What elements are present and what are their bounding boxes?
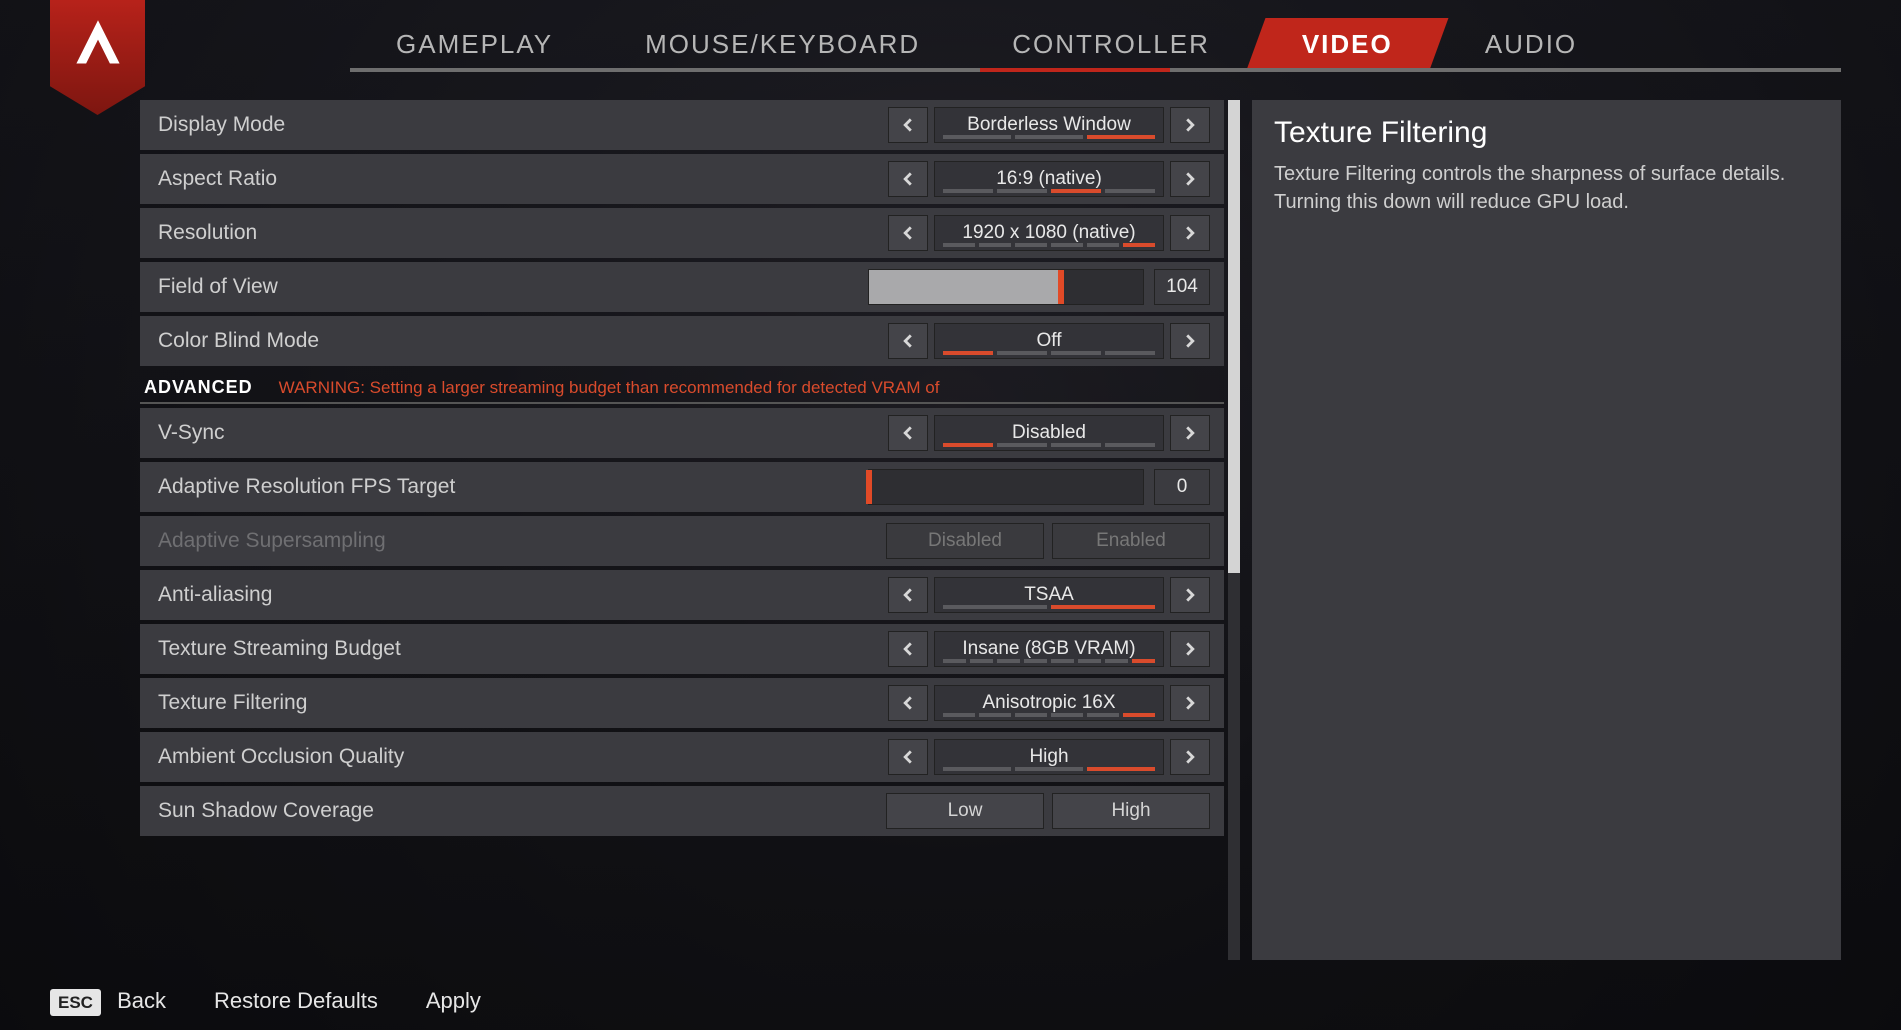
advanced-section-header: ADVANCED WARNING: Setting a larger strea…: [140, 370, 1224, 404]
settings-panel: Display Mode Borderless Window Aspect Ra…: [140, 100, 1240, 960]
anti-aliasing-value: TSAA: [1024, 585, 1074, 605]
row-display-mode: Display Mode Borderless Window: [140, 100, 1224, 150]
description-text: Texture Filtering controls the sharpness…: [1274, 160, 1819, 216]
back-label: Back: [117, 988, 166, 1013]
texture-filtering-value-box[interactable]: Anisotropic 16X: [934, 685, 1164, 721]
label-adaptive-resolution-fps: Adaptive Resolution FPS Target: [158, 475, 868, 499]
game-logo: [50, 0, 145, 115]
v-sync-next[interactable]: [1170, 415, 1210, 451]
row-v-sync: V-Sync Disabled: [140, 408, 1224, 458]
row-anti-aliasing: Anti-aliasing TSAA: [140, 570, 1224, 620]
label-v-sync: V-Sync: [158, 421, 888, 445]
texture-streaming-budget-value-box[interactable]: Insane (8GB VRAM): [934, 631, 1164, 667]
scrollbar[interactable]: [1228, 100, 1240, 960]
back-button[interactable]: ESC Back: [50, 988, 166, 1014]
v-sync-prev[interactable]: [888, 415, 928, 451]
v-sync-value-box[interactable]: Disabled: [934, 415, 1164, 451]
row-color-blind-mode: Color Blind Mode Off: [140, 316, 1224, 366]
color-blind-mode-value: Off: [1037, 331, 1062, 351]
display-mode-prev[interactable]: [888, 107, 928, 143]
adaptive-resolution-fps-value: 0: [1154, 469, 1210, 505]
label-anti-aliasing: Anti-aliasing: [158, 583, 888, 607]
row-adaptive-resolution-fps: Adaptive Resolution FPS Target 0: [140, 462, 1224, 512]
ambient-occlusion-next[interactable]: [1170, 739, 1210, 775]
footer-bar: ESC Back Restore Defaults Apply: [50, 988, 1901, 1014]
tabs-underline: [350, 68, 1841, 72]
row-resolution: Resolution 1920 x 1080 (native): [140, 208, 1224, 258]
texture-streaming-budget-value: Insane (8GB VRAM): [962, 639, 1135, 659]
apply-button[interactable]: Apply: [426, 988, 481, 1014]
display-mode-value: Borderless Window: [967, 115, 1131, 135]
advanced-label: ADVANCED: [144, 377, 253, 398]
resolution-value-box[interactable]: 1920 x 1080 (native): [934, 215, 1164, 251]
anti-aliasing-next[interactable]: [1170, 577, 1210, 613]
row-sun-shadow-coverage: Sun Shadow Coverage LowHigh: [140, 786, 1224, 836]
label-adaptive-supersampling: Adaptive Supersampling: [158, 529, 886, 553]
restore-defaults-button[interactable]: Restore Defaults: [214, 988, 378, 1014]
tab-audio[interactable]: AUDIO: [1439, 18, 1623, 70]
top-bar: GAMEPLAYMOUSE/KEYBOARDCONTROLLERVIDEOAUD…: [0, 0, 1901, 90]
tab-video[interactable]: VIDEO: [1246, 18, 1448, 70]
label-display-mode: Display Mode: [158, 113, 888, 137]
anti-aliasing-value-box[interactable]: TSAA: [934, 577, 1164, 613]
row-adaptive-supersampling: Adaptive Supersampling DisabledEnabled: [140, 516, 1224, 566]
color-blind-mode-next[interactable]: [1170, 323, 1210, 359]
settings-tabs: GAMEPLAYMOUSE/KEYBOARDCONTROLLERVIDEOAUD…: [350, 18, 1901, 70]
texture-streaming-budget-prev[interactable]: [888, 631, 928, 667]
apex-logo-icon: [71, 17, 125, 71]
row-texture-filtering: Texture Filtering Anisotropic 16X: [140, 678, 1224, 728]
description-panel: Texture Filtering Texture Filtering cont…: [1252, 100, 1841, 960]
row-aspect-ratio: Aspect Ratio 16:9 (native): [140, 154, 1224, 204]
color-blind-mode-prev[interactable]: [888, 323, 928, 359]
ambient-occlusion-prev[interactable]: [888, 739, 928, 775]
row-field-of-view: Field of View 104: [140, 262, 1224, 312]
tab-mousekeyboard[interactable]: MOUSE/KEYBOARD: [599, 18, 966, 70]
label-resolution: Resolution: [158, 221, 888, 245]
scroll-thumb[interactable]: [1228, 100, 1240, 573]
label-aspect-ratio: Aspect Ratio: [158, 167, 888, 191]
adaptive-resolution-fps-slider[interactable]: [868, 469, 1144, 505]
row-ambient-occlusion: Ambient Occlusion Quality High: [140, 732, 1224, 782]
color-blind-mode-value-box[interactable]: Off: [934, 323, 1164, 359]
label-texture-streaming-budget: Texture Streaming Budget: [158, 637, 888, 661]
esc-key-badge: ESC: [50, 989, 101, 1016]
texture-filtering-value: Anisotropic 16X: [982, 693, 1115, 713]
v-sync-value: Disabled: [1012, 423, 1086, 443]
resolution-next[interactable]: [1170, 215, 1210, 251]
tab-controller[interactable]: CONTROLLER: [966, 18, 1256, 70]
sun-shadow-coverage-option-0[interactable]: Low: [886, 793, 1044, 829]
sun-shadow-coverage-option-1[interactable]: High: [1052, 793, 1210, 829]
label-ambient-occlusion: Ambient Occlusion Quality: [158, 745, 888, 769]
tab-gameplay[interactable]: GAMEPLAY: [350, 18, 599, 70]
aspect-ratio-value-box[interactable]: 16:9 (native): [934, 161, 1164, 197]
aspect-ratio-value: 16:9 (native): [996, 169, 1102, 189]
texture-filtering-next[interactable]: [1170, 685, 1210, 721]
adaptive-supersampling-option-1: Enabled: [1052, 523, 1210, 559]
label-color-blind-mode: Color Blind Mode: [158, 329, 888, 353]
ambient-occlusion-value: High: [1029, 747, 1068, 767]
aspect-ratio-next[interactable]: [1170, 161, 1210, 197]
texture-filtering-prev[interactable]: [888, 685, 928, 721]
description-title: Texture Filtering: [1274, 116, 1819, 150]
vram-warning: WARNING: Setting a larger streaming budg…: [279, 378, 940, 398]
resolution-value: 1920 x 1080 (native): [962, 223, 1135, 243]
label-texture-filtering: Texture Filtering: [158, 691, 888, 715]
ambient-occlusion-value-box[interactable]: High: [934, 739, 1164, 775]
aspect-ratio-prev[interactable]: [888, 161, 928, 197]
row-texture-streaming-budget: Texture Streaming Budget Insane (8GB VRA…: [140, 624, 1224, 674]
display-mode-value-box[interactable]: Borderless Window: [934, 107, 1164, 143]
adaptive-supersampling-option-0: Disabled: [886, 523, 1044, 559]
label-field-of-view: Field of View: [158, 275, 868, 299]
display-mode-next[interactable]: [1170, 107, 1210, 143]
texture-streaming-budget-next[interactable]: [1170, 631, 1210, 667]
label-sun-shadow-coverage: Sun Shadow Coverage: [158, 799, 886, 823]
field-of-view-slider[interactable]: [868, 269, 1144, 305]
field-of-view-value: 104: [1154, 269, 1210, 305]
anti-aliasing-prev[interactable]: [888, 577, 928, 613]
resolution-prev[interactable]: [888, 215, 928, 251]
